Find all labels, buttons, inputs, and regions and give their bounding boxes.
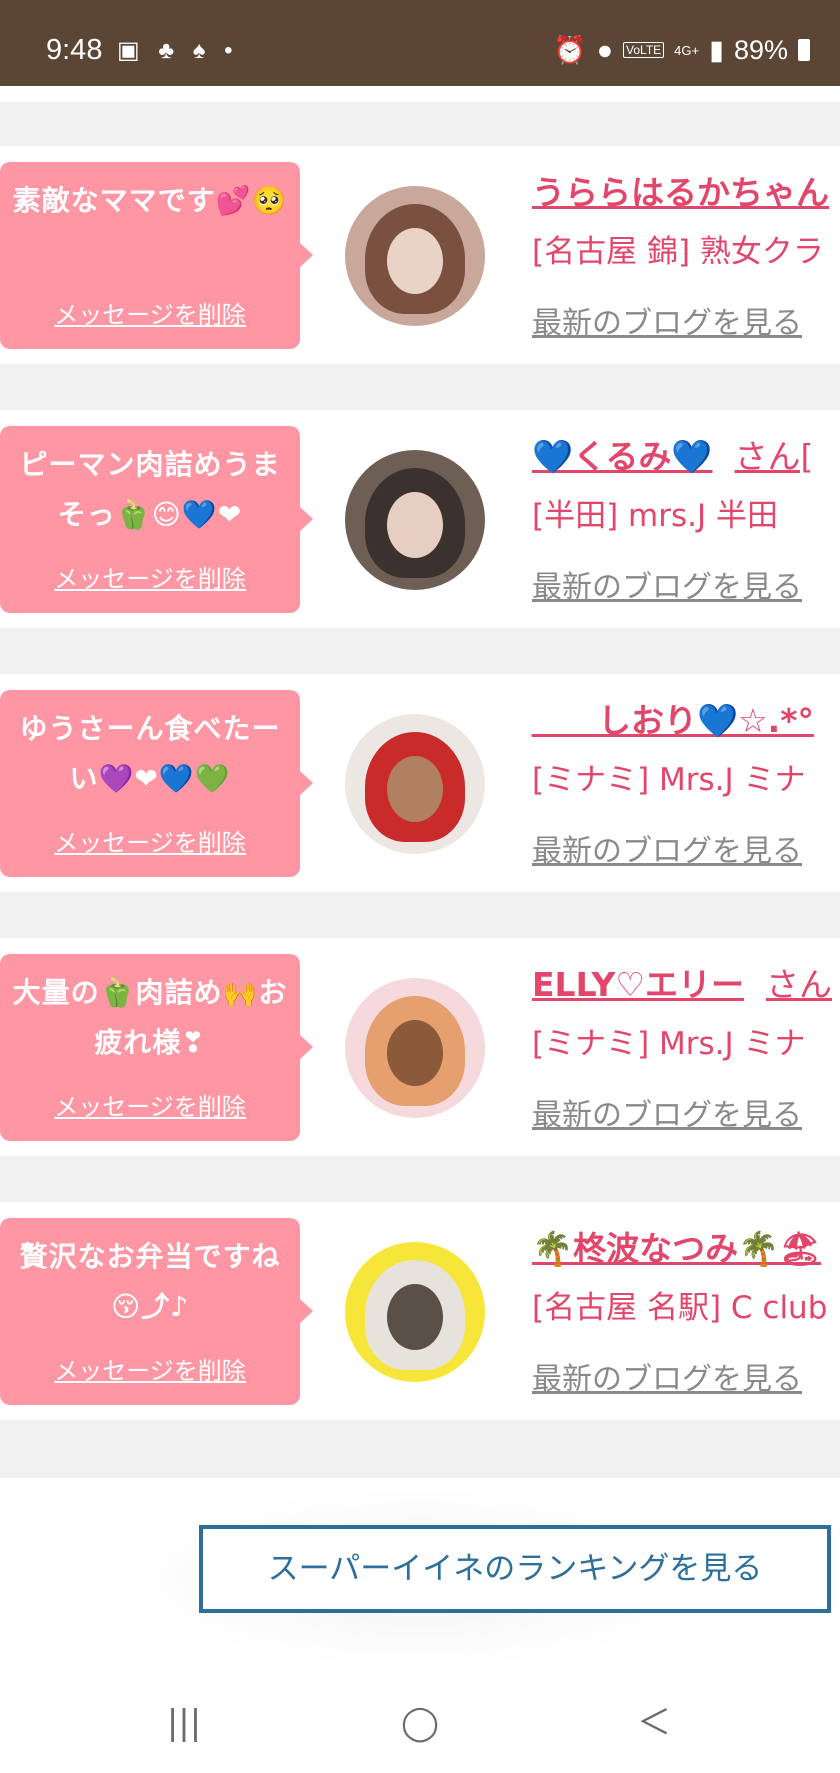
battery-icon bbox=[798, 39, 810, 61]
message-card: ゆうさーん食べたーい💜❤💙💚 メッセージを削除 ＿＿しおり💙☆.*° [ミナミ]… bbox=[0, 674, 840, 892]
top-gap bbox=[0, 86, 840, 102]
latest-blog-link[interactable]: 最新のブログを見る bbox=[532, 562, 802, 606]
message-bubble: 素敵なママです💕🥺 メッセージを削除 bbox=[0, 162, 313, 349]
avatar-face-shape bbox=[387, 756, 443, 822]
delete-message-link[interactable]: メッセージを削除 bbox=[0, 559, 300, 594]
avatar-face-shape bbox=[387, 228, 443, 294]
avatar-face-shape bbox=[387, 492, 443, 558]
network-icon: 4G+ bbox=[674, 42, 700, 58]
status-time: 9:48 bbox=[46, 34, 103, 66]
signal-icon: ▮ bbox=[709, 34, 724, 65]
location-icon: ● bbox=[596, 34, 614, 65]
message-card: 大量の🫑肉詰め🙌お疲れ様❣ メッセージを削除 ELLY♡エリー さん [ミナミ] … bbox=[0, 938, 840, 1156]
delete-message-link[interactable]: メッセージを削除 bbox=[0, 295, 300, 330]
message-bubble: ゆうさーん食べたーい💜❤💙💚 メッセージを削除 bbox=[0, 690, 313, 877]
avatar[interactable] bbox=[345, 978, 485, 1118]
status-bar: 9:48 ▣ ♣ ♠ • ⏰ ● VoLTE 4G+ ▮ 89% bbox=[0, 0, 840, 86]
delete-message-link[interactable]: メッセージを削除 bbox=[0, 823, 300, 858]
delete-message-link[interactable]: メッセージを削除 bbox=[0, 1087, 300, 1122]
back-button[interactable]: ＜ bbox=[624, 1703, 684, 1743]
message-card: 素敵なママです💕🥺 メッセージを削除 うららはるかちゃん [名古屋 錦] 熟女ク… bbox=[0, 146, 840, 364]
navigation-bar: ||| ◯ ＜ bbox=[0, 1673, 840, 1773]
message-bubble: 大量の🫑肉詰め🙌お疲れ様❣ メッセージを削除 bbox=[0, 954, 313, 1141]
latest-blog-link[interactable]: 最新のブログを見る bbox=[532, 298, 802, 342]
avatar[interactable] bbox=[345, 714, 485, 854]
alarm-icon: ⏰ bbox=[553, 35, 587, 65]
message-card: 贅沢なお弁当ですね😚⤴♪ メッセージを削除 🌴柊波なつみ🌴🏖 [名古屋 名駅] … bbox=[0, 1202, 840, 1420]
bubble-text: ゆうさーん食べたーい💜❤💙💚 bbox=[19, 712, 281, 795]
shop-name: [半田] mrs.J 半田 bbox=[532, 498, 778, 534]
bubble-text: 贅沢なお弁当ですね😚⤴♪ bbox=[19, 1240, 281, 1323]
avatar[interactable] bbox=[345, 186, 485, 326]
avatar[interactable] bbox=[345, 450, 485, 590]
status-right: ⏰ ● VoLTE 4G+ ▮ 89% bbox=[553, 34, 810, 66]
user-name-link[interactable]: ＿＿しおり💙☆.*° bbox=[532, 694, 836, 742]
user-name-link[interactable]: 🌴柊波なつみ🌴🏖 bbox=[532, 1222, 840, 1270]
battery-text: 89% bbox=[733, 34, 788, 65]
shop-name: [名古屋 名駅] C club bbox=[532, 1290, 828, 1326]
user-name-link[interactable]: うららはるかちゃん bbox=[532, 166, 840, 214]
shop-name: [ミナミ] Mrs.J ミナ bbox=[532, 762, 806, 798]
shop-name: [名古屋 錦] 熟女クラ bbox=[532, 234, 824, 270]
shop-name: [ミナミ] Mrs.J ミナ bbox=[532, 1026, 806, 1062]
notification-icons: ▣ ♣ ♠ • bbox=[117, 37, 239, 64]
ranking-button[interactable]: スーパーイイネのランキングを見る bbox=[199, 1525, 831, 1613]
home-button[interactable]: ◯ bbox=[390, 1703, 450, 1743]
avatar-face-shape bbox=[387, 1284, 443, 1350]
latest-blog-link[interactable]: 最新のブログを見る bbox=[532, 1090, 802, 1134]
message-card: ピーマン肉詰めうまそっ🫑😊💙❤ メッセージを削除 💙くるみ💙 さん[ [半田] m… bbox=[0, 410, 840, 628]
volte-icon: VoLTE bbox=[623, 42, 665, 58]
user-name-link[interactable]: ELLY♡エリー さん bbox=[532, 958, 832, 1006]
latest-blog-link[interactable]: 最新のブログを見る bbox=[532, 1354, 802, 1398]
bubble-text: ピーマン肉詰めうまそっ🫑😊💙❤ bbox=[19, 448, 281, 531]
avatar[interactable] bbox=[345, 1242, 485, 1382]
bubble-text: 素敵なママです💕🥺 bbox=[12, 184, 288, 217]
bubble-text: 大量の🫑肉詰め🙌お疲れ様❣ bbox=[12, 976, 288, 1059]
latest-blog-link[interactable]: 最新のブログを見る bbox=[532, 826, 802, 870]
user-name-link[interactable]: 💙くるみ💙 さん[ bbox=[532, 430, 813, 478]
avatar-face-shape bbox=[387, 1020, 443, 1086]
recent-apps-button[interactable]: ||| bbox=[154, 1703, 214, 1743]
message-bubble: ピーマン肉詰めうまそっ🫑😊💙❤ メッセージを削除 bbox=[0, 426, 313, 613]
message-bubble: 贅沢なお弁当ですね😚⤴♪ メッセージを削除 bbox=[0, 1218, 313, 1405]
delete-message-link[interactable]: メッセージを削除 bbox=[0, 1351, 300, 1386]
